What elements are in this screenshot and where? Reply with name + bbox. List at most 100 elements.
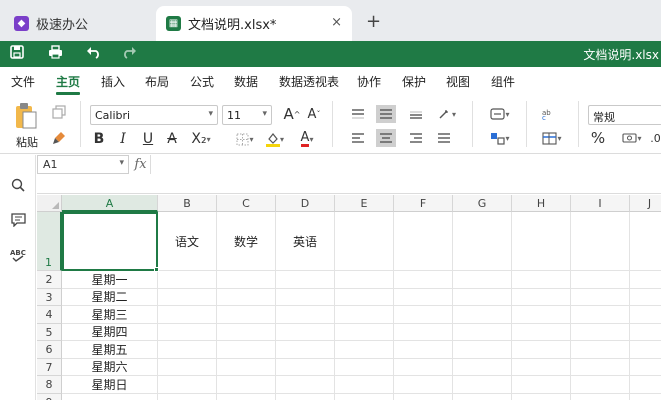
cell-h4[interactable] xyxy=(512,306,571,324)
cell-f4[interactable] xyxy=(394,306,453,324)
cell-f3[interactable] xyxy=(394,288,453,306)
cell-a6[interactable]: 星期五 xyxy=(62,341,158,359)
cell-b3[interactable] xyxy=(158,288,217,306)
cell-a4[interactable]: 星期三 xyxy=(62,306,158,324)
cell-e8[interactable] xyxy=(335,376,394,394)
row-header-1[interactable]: 1 xyxy=(37,212,62,271)
cell-b8[interactable] xyxy=(158,376,217,394)
menu-protect[interactable]: 保护 xyxy=(402,73,426,90)
cell-b1[interactable]: 语文 xyxy=(158,212,217,271)
merge-cells-icon[interactable]: ▾ xyxy=(486,129,514,147)
format-as-table-icon[interactable]: ▾ xyxy=(538,129,566,147)
cell-h1[interactable] xyxy=(512,212,571,271)
borders-icon[interactable]: ▾ xyxy=(232,129,258,149)
fill-handle[interactable] xyxy=(154,267,159,272)
cell-c4[interactable] xyxy=(217,306,276,324)
cell-g4[interactable] xyxy=(453,306,512,324)
copy-icon[interactable] xyxy=(50,103,68,121)
menu-collaborate[interactable]: 协作 xyxy=(357,73,381,90)
save-icon[interactable] xyxy=(10,45,24,64)
menu-view[interactable]: 视图 xyxy=(446,73,470,90)
cell-a3[interactable]: 星期二 xyxy=(62,288,158,306)
align-right-icon[interactable] xyxy=(406,129,426,147)
cell-h8[interactable] xyxy=(512,376,571,394)
cell-j4[interactable] xyxy=(630,306,661,324)
cell-a5[interactable]: 星期四 xyxy=(62,323,158,341)
menu-components[interactable]: 组件 xyxy=(491,73,515,90)
close-icon[interactable]: × xyxy=(331,15,342,30)
select-all-corner[interactable] xyxy=(37,195,62,212)
print-icon[interactable] xyxy=(48,45,63,64)
cell-i6[interactable] xyxy=(571,341,630,359)
undo-icon[interactable] xyxy=(86,45,101,64)
increase-font-icon[interactable]: A ^ xyxy=(283,104,301,124)
cell-e4[interactable] xyxy=(335,306,394,324)
column-header-c[interactable]: C xyxy=(217,195,276,212)
cell-j2[interactable] xyxy=(630,271,661,289)
row-header-7[interactable]: 7 xyxy=(37,358,62,376)
cell-j7[interactable] xyxy=(630,359,661,376)
cell-g1[interactable] xyxy=(453,212,512,271)
cell-h6[interactable] xyxy=(512,341,571,359)
row-header-8[interactable]: 8 xyxy=(37,376,62,394)
cell-b6[interactable] xyxy=(158,341,217,359)
wrap-text-icon[interactable]: ▾ xyxy=(486,105,514,123)
tab-jisu-office[interactable]: ◆ 极速办公 xyxy=(4,6,152,41)
cell-e1[interactable] xyxy=(335,212,394,271)
name-box[interactable]: A1 ▾ xyxy=(37,155,129,174)
formula-input[interactable] xyxy=(152,155,661,174)
cell-d2[interactable] xyxy=(276,271,335,289)
cell-c8[interactable] xyxy=(217,376,276,394)
font-color-icon[interactable]: A ▾ xyxy=(294,129,320,149)
cell-a1[interactable] xyxy=(62,212,158,271)
function-icon[interactable]: fx xyxy=(131,155,151,174)
cell-d3[interactable] xyxy=(276,288,335,306)
cell-h3[interactable] xyxy=(512,288,571,306)
align-left-icon[interactable] xyxy=(348,129,368,147)
cell-a8[interactable]: 星期日 xyxy=(62,376,158,394)
decrease-font-icon[interactable]: Aˇ xyxy=(305,104,323,124)
menu-formula[interactable]: 公式 xyxy=(190,73,214,90)
cell-j5[interactable] xyxy=(630,324,661,341)
menu-home[interactable]: 主页 xyxy=(56,73,80,90)
column-header-g[interactable]: G xyxy=(453,195,512,212)
cell-b7[interactable] xyxy=(158,358,217,376)
cell-g8[interactable] xyxy=(453,376,512,394)
cell-i2[interactable] xyxy=(571,271,630,289)
format-painter-icon[interactable] xyxy=(50,129,68,147)
row-header-6[interactable]: 6 xyxy=(37,341,62,359)
cell-a7[interactable]: 星期六 xyxy=(62,358,158,376)
cell-d5[interactable] xyxy=(276,323,335,341)
cell-f6[interactable] xyxy=(394,341,453,359)
cell-j1[interactable] xyxy=(630,212,661,271)
subscript-button[interactable]: X₂ ▾ xyxy=(188,129,214,149)
column-header-a[interactable]: A xyxy=(62,195,158,212)
cell-b5[interactable] xyxy=(158,323,217,341)
spellcheck-icon[interactable]: ABC xyxy=(8,245,28,265)
cell-c5[interactable] xyxy=(217,323,276,341)
font-name-select[interactable]: Calibri ▾ xyxy=(90,105,218,125)
menu-layout[interactable]: 布局 xyxy=(145,73,169,90)
cell-g2[interactable] xyxy=(453,271,512,289)
comment-icon[interactable] xyxy=(8,210,28,230)
italic-button[interactable]: I xyxy=(114,129,132,149)
cell-j9[interactable] xyxy=(630,394,661,400)
cell-d4[interactable] xyxy=(276,306,335,324)
strikethrough-button[interactable]: A xyxy=(163,129,181,149)
menu-data[interactable]: 数据 xyxy=(234,73,258,90)
column-header-i[interactable]: I xyxy=(571,195,630,212)
cell-h9[interactable] xyxy=(512,393,571,400)
cell-i5[interactable] xyxy=(571,323,630,341)
search-icon[interactable] xyxy=(8,175,28,195)
cell-f1[interactable] xyxy=(394,212,453,271)
cell-b4[interactable] xyxy=(158,306,217,324)
cell-e6[interactable] xyxy=(335,341,394,359)
menu-pivot-table[interactable]: 数据透视表 xyxy=(279,73,339,90)
tab-document[interactable]: ▦ 文档说明.xlsx* × xyxy=(156,6,352,41)
cell-g6[interactable] xyxy=(453,341,512,359)
cell-c2[interactable] xyxy=(217,271,276,289)
row-header-5[interactable]: 5 xyxy=(37,323,62,341)
cell-j3[interactable] xyxy=(630,289,661,306)
cell-i1[interactable] xyxy=(571,212,630,271)
cell-f7[interactable] xyxy=(394,358,453,376)
